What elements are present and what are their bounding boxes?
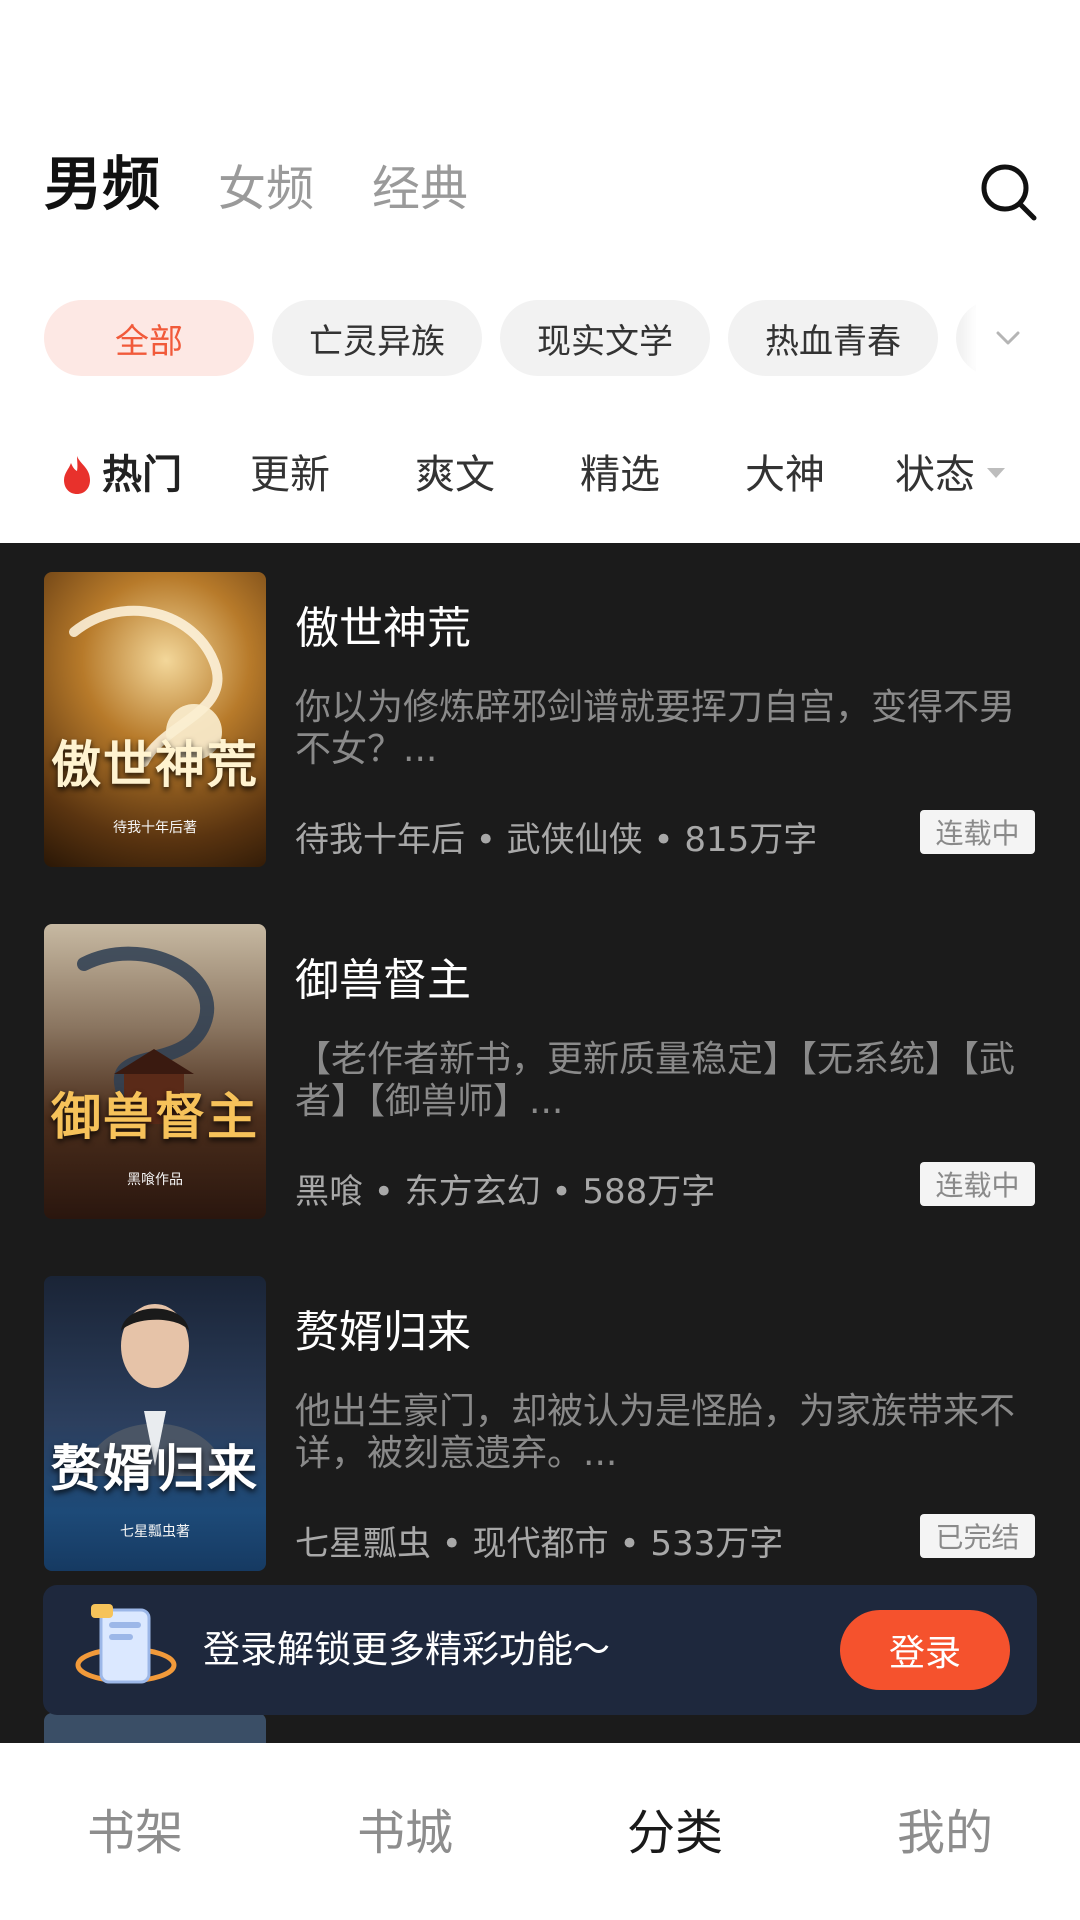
book-cover: 傲世神荒 待我十年后著 (44, 572, 266, 867)
login-prompt-text: 登录解锁更多精彩功能～ (203, 1628, 610, 1671)
login-banner: 登录解锁更多精彩功能～ 登录 (43, 1585, 1037, 1715)
sort-tab-master[interactable]: 大神 (745, 440, 825, 510)
sort-tab-hot[interactable]: 热门 (60, 440, 182, 510)
tab-male[interactable]: 男频 (39, 155, 160, 223)
book-meta: 黑喰 • 东方玄幻 • 588万字 (295, 1172, 716, 1212)
nav-mine[interactable]: 我的 (810, 1793, 1080, 1863)
book-description: 【老作者新书，更新质量稳定】【无系统】【武者】【御兽师】... (295, 1039, 1016, 1122)
cover-author: 黑喰作品 (127, 1172, 183, 1188)
header-area: 男频 女频 经典 全部 亡灵异族 现实文学 热血青春 热门 更新 爽文 精选 大… (0, 0, 1080, 543)
book-list: 傲世神荒 待我十年后著 傲世神荒 你以为修炼辟邪剑谱就要挥刀自宫，变得不男不女？… (0, 543, 1080, 1743)
cover-title: 御兽督主 (51, 1087, 259, 1146)
sort-tab-featured[interactable]: 精选 (580, 440, 660, 510)
book-cover: 御兽督主 黑喰作品 (44, 924, 266, 1219)
genre-chip-undead[interactable]: 亡灵异族 (272, 300, 482, 376)
chevron-down-icon (996, 331, 1020, 345)
genre-chip-row: 全部 亡灵异族 现实文学 热血青春 (44, 300, 1040, 376)
book-title: 傲世神荒 (295, 603, 471, 654)
sort-tab-hot-label: 热门 (102, 452, 182, 498)
sort-tab-status[interactable]: 状态 (895, 440, 1005, 510)
fire-icon (64, 456, 90, 494)
cover-title: 赘婿归来 (51, 1439, 259, 1498)
status-badge: 连载中 (920, 810, 1035, 854)
book-meta: 待我十年后 • 武侠仙侠 • 815万字 (295, 820, 818, 860)
book-description: 他出生豪门，却被认为是怪胎，为家族带来不详，被刻意遗弃。... (295, 1391, 1016, 1474)
nav-category[interactable]: 分类 (540, 1793, 810, 1863)
status-badge: 连载中 (920, 1162, 1035, 1206)
phone-illustration-icon (75, 1604, 177, 1684)
genre-chip-all[interactable]: 全部 (44, 300, 254, 376)
cover-title: 傲世神荒 (51, 735, 259, 794)
book-item[interactable]: 傲世神荒 待我十年后著 傲世神荒 你以为修炼辟邪剑谱就要挥刀自宫，变得不男不女？… (0, 572, 1080, 867)
caret-down-icon (987, 468, 1005, 478)
sort-tab-update[interactable]: 更新 (250, 440, 330, 510)
cover-author: 七星瓢虫著 (120, 1524, 190, 1540)
book-meta: 七星瓢虫 • 现代都市 • 533万字 (295, 1524, 784, 1564)
book-description: 你以为修炼辟邪剑谱就要挥刀自宫，变得不男不女？... (295, 687, 1016, 770)
bottom-nav: 书架 书城 分类 我的 (0, 1743, 1080, 1920)
gender-tabs: 男频 女频 经典 (39, 155, 526, 223)
expand-genres-button[interactable] (976, 300, 1040, 376)
login-button[interactable]: 登录 (840, 1610, 1010, 1690)
sort-tab-status-label: 状态 (895, 452, 975, 498)
sort-tab-cool[interactable]: 爽文 (415, 440, 495, 510)
genre-chip-youth[interactable]: 热血青春 (728, 300, 938, 376)
tab-classic[interactable]: 经典 (372, 165, 468, 213)
book-cover-partial (44, 1713, 266, 1743)
book-title: 赘婿归来 (295, 1307, 471, 1358)
status-badge: 已完结 (920, 1514, 1035, 1558)
genre-chip-reality[interactable]: 现实文学 (500, 300, 710, 376)
book-title: 御兽督主 (295, 955, 471, 1006)
cover-author: 待我十年后著 (113, 820, 197, 836)
book-item[interactable]: 御兽督主 黑喰作品 御兽督主 【老作者新书，更新质量稳定】【无系统】【武者】【御… (0, 924, 1080, 1219)
book-item[interactable]: 赘婿归来 七星瓢虫著 赘婿归来 他出生豪门，却被认为是怪胎，为家族带来不详，被刻… (0, 1276, 1080, 1571)
nav-bookstore[interactable]: 书城 (270, 1793, 540, 1863)
sort-tabs: 热门 更新 爽文 精选 大神 状态 (0, 440, 1080, 510)
tab-female[interactable]: 女频 (218, 165, 314, 213)
search-icon[interactable] (980, 163, 1038, 223)
nav-bookshelf[interactable]: 书架 (0, 1793, 270, 1863)
book-cover: 赘婿归来 七星瓢虫著 (44, 1276, 266, 1571)
